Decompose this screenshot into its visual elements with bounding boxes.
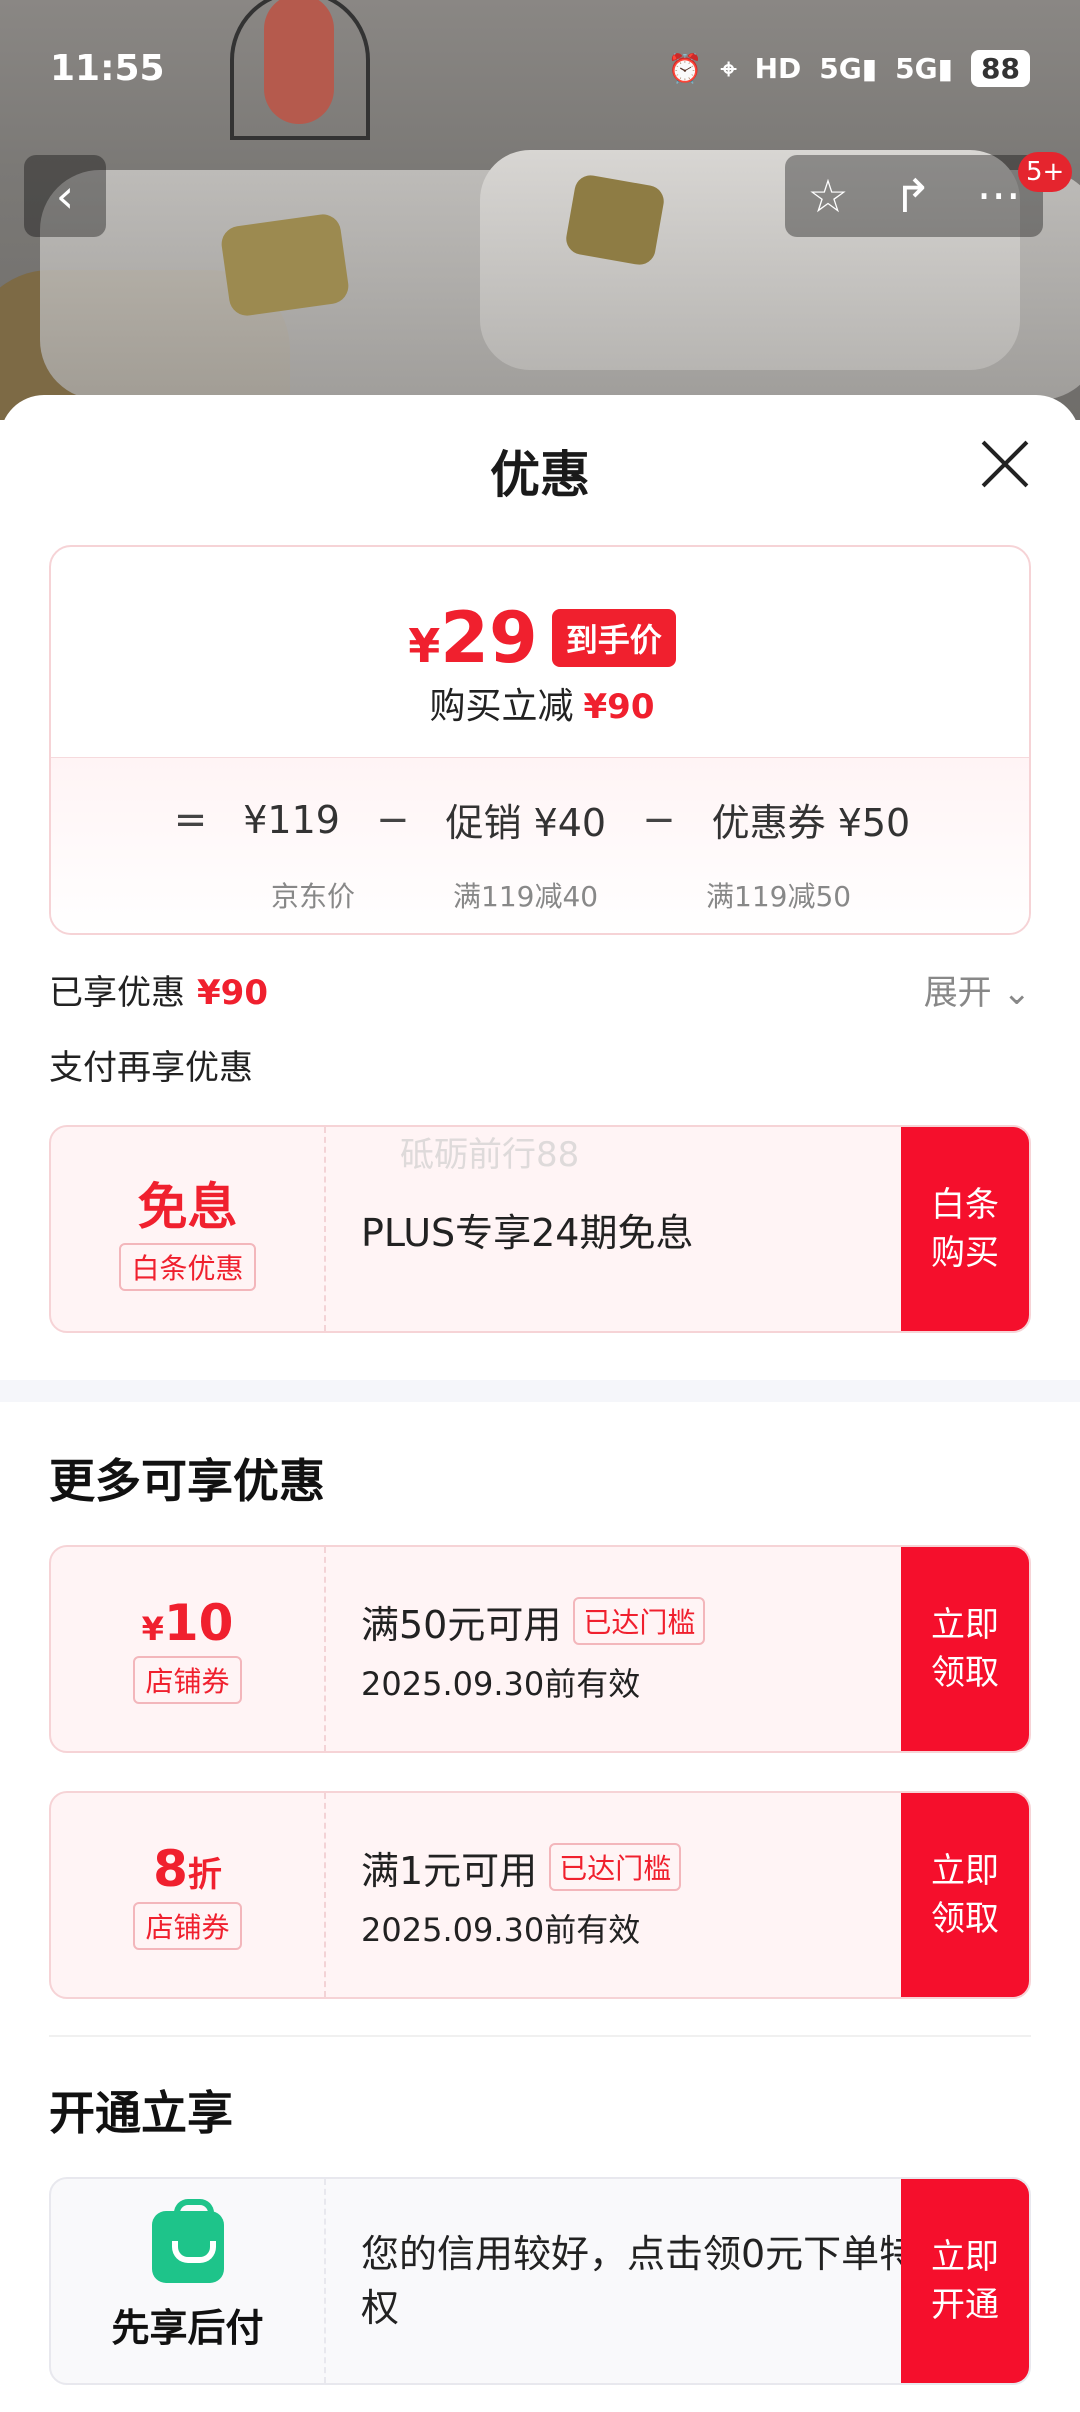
claim-button[interactable]: 立即领取: [901, 1793, 1029, 1997]
signal-icon-2: 5G▮: [895, 52, 954, 85]
chevron-left-icon: ‹: [55, 169, 75, 223]
sheet-title: 优惠: [490, 446, 590, 504]
status-bar: 11:55 ⏰ ⌖ HD 5G▮ 5G▮ 88: [0, 0, 1080, 140]
nav-actions: ☆ ↱ ···: [785, 155, 1043, 237]
coupon-card: 8折 店铺券 满1元可用 已达门槛 2025.09.30前有效 立即领取: [49, 1791, 1031, 1999]
more-icon[interactable]: ···: [977, 169, 1021, 223]
coupon-value: ¥10: [141, 1594, 234, 1652]
coupon-expiry: 2025.09.30前有效: [361, 1910, 641, 1949]
promo-label: 满119减40: [453, 880, 599, 913]
baitiao-buy-button[interactable]: 白条购买: [901, 1127, 1029, 1331]
price-card: ¥29 到手价 购买立减 ¥90 = ¥119 − 促销 ¥40 − 优惠券 ¥5…: [49, 545, 1031, 935]
final-price-tag: 到手价: [551, 609, 676, 667]
discount-sheet: 优惠 ¥29 到手价 购买立减 ¥90 = ¥119 − 促销 ¥40 − 优惠券…: [0, 395, 1080, 2412]
share-icon[interactable]: ↱: [893, 169, 932, 223]
watermark: 砥砺前行88: [400, 1135, 580, 1175]
status-icons: ⏰ ⌖ HD 5G▮ 5G▮ 88: [668, 50, 1030, 87]
threshold-badge: 已达门槛: [573, 1597, 706, 1645]
alarm-icon: ⏰: [667, 52, 703, 85]
threshold-badge: 已达门槛: [549, 1843, 682, 1891]
open-button[interactable]: 立即开通: [901, 2179, 1029, 2383]
credit-name: 先享后付: [111, 2305, 264, 2350]
baitiao-main: 免息: [137, 1178, 238, 1236]
baitiao-desc: PLUS专享24期免息: [361, 1210, 694, 1255]
jd-price-label: 京东价: [271, 880, 356, 913]
price-formula: = ¥119 − 促销 ¥40 − 优惠券 ¥50: [51, 792, 1029, 847]
coupon-label: 满119减50: [706, 880, 852, 913]
signal-icon: 5G▮: [819, 52, 878, 85]
coupon-amount: 优惠券 ¥50: [711, 801, 911, 845]
open-now-title: 开通立享: [49, 2086, 233, 2140]
location-icon: ⌖: [720, 51, 737, 85]
coupon-condition: 满1元可用: [361, 1848, 538, 1893]
status-time: 11:55: [50, 48, 165, 89]
jd-price: ¥119: [243, 797, 340, 842]
chevron-down-icon: ⌄: [1002, 973, 1032, 1013]
hd-icon: HD: [754, 52, 802, 85]
more-discounts-title: 更多可享优惠: [49, 1454, 325, 1508]
baitiao-tag: 白条优惠: [119, 1243, 256, 1291]
coupon-card: ¥10 店铺券 满50元可用 已达门槛 2025.09.30前有效 立即领取: [49, 1545, 1031, 1753]
favorite-star-icon[interactable]: ☆: [807, 169, 848, 223]
expand-button[interactable]: 展开 ⌄: [924, 965, 1031, 1014]
credit-desc: 您的信用较好，点击领0元下单特权: [361, 2232, 918, 2330]
battery-icon: 88: [971, 50, 1030, 87]
coupon-value: 8折: [153, 1840, 222, 1898]
coupon-condition: 满50元可用: [361, 1602, 562, 1647]
claim-button[interactable]: 立即领取: [901, 1547, 1029, 1751]
close-icon[interactable]: [978, 437, 1032, 491]
pay-more-label: 支付再享优惠: [49, 1048, 253, 1088]
coupon-tag: 店铺券: [133, 1902, 242, 1950]
coupon-expiry: 2025.09.30前有效: [361, 1664, 641, 1703]
back-button[interactable]: ‹: [24, 155, 106, 237]
shopping-bag-icon: [151, 2198, 224, 2283]
message-badge: 5+: [1018, 152, 1073, 192]
enjoyed-discount: 已享优惠 ¥90: [49, 973, 268, 1013]
final-price: ¥29 到手价: [51, 597, 1029, 679]
reduce-text: 购买立减 ¥90: [429, 686, 655, 727]
coupon-tag: 店铺券: [133, 1656, 242, 1704]
promo-amount: 促销 ¥40: [445, 801, 607, 845]
credit-card: 先享后付 您的信用较好，点击领0元下单特权 立即开通: [49, 2177, 1031, 2385]
